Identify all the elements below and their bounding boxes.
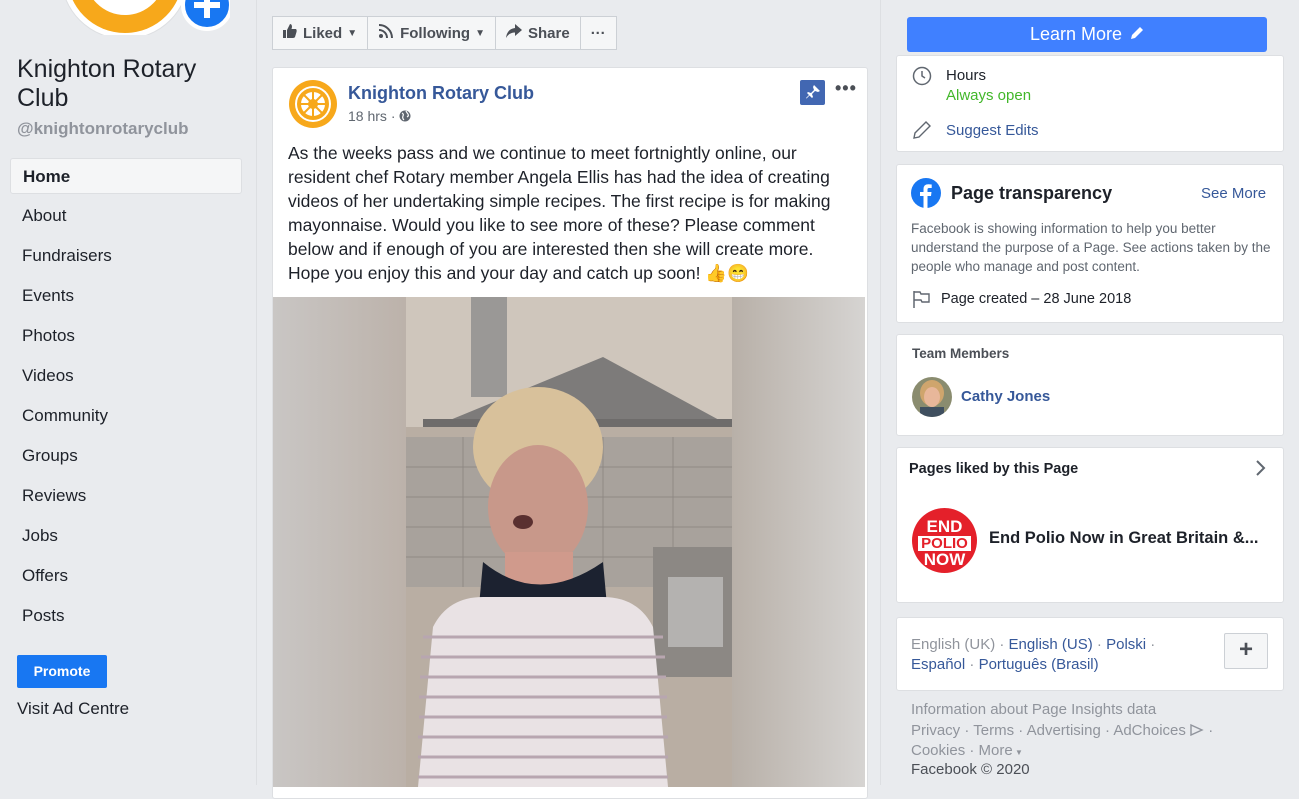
chevron-down-icon: ▼ bbox=[347, 27, 358, 39]
following-label: Following bbox=[400, 24, 471, 42]
share-label: Share bbox=[527, 24, 570, 42]
page-profile-picture[interactable] bbox=[40, 0, 230, 35]
footer-cookies-link[interactable]: Cookies bbox=[911, 742, 965, 759]
nav-community[interactable]: Community bbox=[10, 398, 242, 434]
page-title[interactable]: Knighton Rotary Club bbox=[17, 55, 247, 113]
add-language-button[interactable]: + bbox=[1224, 633, 1268, 669]
end-polio-logo[interactable]: END POLIO NOW bbox=[912, 508, 977, 573]
language-list: English (UK) · English (US) · Polski · E… bbox=[911, 636, 1156, 673]
footer-terms-link[interactable]: Terms bbox=[973, 722, 1014, 739]
promote-button[interactable]: Promote bbox=[17, 655, 107, 688]
following-button[interactable]: Following ▼ bbox=[367, 16, 496, 50]
language-es[interactable]: Español bbox=[911, 656, 965, 673]
end-polio-logo-line-2: POLIO bbox=[918, 536, 971, 551]
caret-down-icon: ▼ bbox=[1012, 748, 1023, 757]
nav-jobs[interactable]: Jobs bbox=[10, 518, 242, 554]
nav-posts[interactable]: Posts bbox=[10, 598, 242, 634]
nav-fundraisers[interactable]: Fundraisers bbox=[10, 238, 242, 274]
liked-page-name[interactable]: End Polio Now in Great Britain &... bbox=[989, 529, 1259, 548]
pages-liked-title[interactable]: Pages liked by this Page bbox=[909, 461, 1078, 477]
share-button[interactable]: Share bbox=[494, 16, 581, 50]
pin-icon[interactable] bbox=[800, 80, 825, 105]
page-insights-link[interactable]: Information about Page Insights data bbox=[911, 701, 1156, 718]
nav-reviews[interactable]: Reviews bbox=[10, 478, 242, 514]
suggest-edits-link[interactable]: Suggest Edits bbox=[946, 122, 1039, 139]
footer-more-link[interactable]: More bbox=[979, 742, 1013, 759]
globe-icon bbox=[399, 108, 411, 124]
post-options-button[interactable]: ••• bbox=[835, 78, 857, 99]
see-more-link[interactable]: See More bbox=[1201, 185, 1266, 202]
transparency-description: Facebook is showing information to help … bbox=[911, 221, 1271, 274]
clock-icon bbox=[912, 66, 932, 91]
thumbs-up-icon bbox=[283, 24, 297, 42]
column-divider-right bbox=[880, 0, 881, 785]
pencil-icon bbox=[912, 120, 932, 145]
footer-advertising-link[interactable]: Advertising bbox=[1027, 722, 1101, 739]
rss-icon bbox=[378, 23, 394, 43]
footer-copyright: Facebook © 2020 bbox=[911, 761, 1030, 778]
learn-more-button[interactable]: Learn More bbox=[907, 17, 1267, 52]
page-username[interactable]: @knightonrotaryclub bbox=[17, 119, 188, 139]
footer-privacy-link[interactable]: Privacy bbox=[911, 722, 960, 739]
page-transparency-title: Page transparency bbox=[951, 183, 1113, 203]
liked-label: Liked bbox=[303, 24, 343, 42]
current-language: English (UK) bbox=[911, 636, 996, 653]
visit-ad-centre-link[interactable]: Visit Ad Centre bbox=[17, 699, 129, 719]
pencil-icon bbox=[1130, 24, 1144, 45]
end-polio-logo-line-1: END bbox=[926, 517, 963, 536]
post-time-label: 18 hrs bbox=[348, 108, 387, 124]
footer-links: Privacy · Terms · Advertising · AdChoice… bbox=[911, 722, 1214, 759]
language-pt-br[interactable]: Português (Brasil) bbox=[979, 656, 1099, 673]
nav-videos[interactable]: Videos bbox=[10, 358, 242, 394]
column-divider bbox=[256, 0, 257, 785]
liked-button[interactable]: Liked ▼ bbox=[272, 16, 369, 50]
more-actions-button[interactable]: ··· bbox=[579, 16, 617, 50]
share-arrow-icon bbox=[505, 24, 522, 42]
post-message: As the weeks pass and we continue to mee… bbox=[288, 143, 831, 283]
adchoices-icon bbox=[1186, 722, 1204, 739]
end-polio-logo-line-3: NOW bbox=[923, 550, 966, 569]
post-author-avatar[interactable] bbox=[288, 79, 338, 129]
team-member-name[interactable]: Cathy Jones bbox=[961, 388, 1050, 405]
chevron-right-icon[interactable] bbox=[1254, 459, 1268, 482]
footer-adchoices-link[interactable]: AdChoices bbox=[1113, 722, 1186, 739]
nav-about[interactable]: About bbox=[10, 198, 242, 234]
post-timestamp[interactable]: 18 hrs · bbox=[348, 108, 411, 124]
nav-events[interactable]: Events bbox=[10, 278, 242, 314]
nav-photos[interactable]: Photos bbox=[10, 318, 242, 354]
page-created-date: Page created – 28 June 2018 bbox=[941, 291, 1132, 307]
hours-status: Always open bbox=[946, 87, 1032, 104]
language-pl[interactable]: Polski bbox=[1106, 636, 1146, 653]
post-author-name[interactable]: Knighton Rotary Club bbox=[348, 83, 534, 104]
facebook-icon bbox=[911, 178, 941, 213]
language-en-us[interactable]: English (US) bbox=[1009, 636, 1093, 653]
page-action-bar: Liked ▼ Following ▼ Share ··· bbox=[272, 16, 617, 50]
nav-home[interactable]: Home bbox=[10, 158, 242, 194]
hours-label: Hours bbox=[946, 67, 987, 84]
team-members-title: Team Members bbox=[912, 346, 1010, 361]
nav-offers[interactable]: Offers bbox=[10, 558, 242, 594]
nav-groups[interactable]: Groups bbox=[10, 438, 242, 474]
flag-icon bbox=[911, 289, 933, 314]
team-member-avatar[interactable] bbox=[912, 377, 952, 417]
learn-more-label: Learn More bbox=[1029, 24, 1123, 44]
chevron-down-icon: ▼ bbox=[475, 27, 485, 39]
post-video[interactable] bbox=[273, 297, 865, 787]
